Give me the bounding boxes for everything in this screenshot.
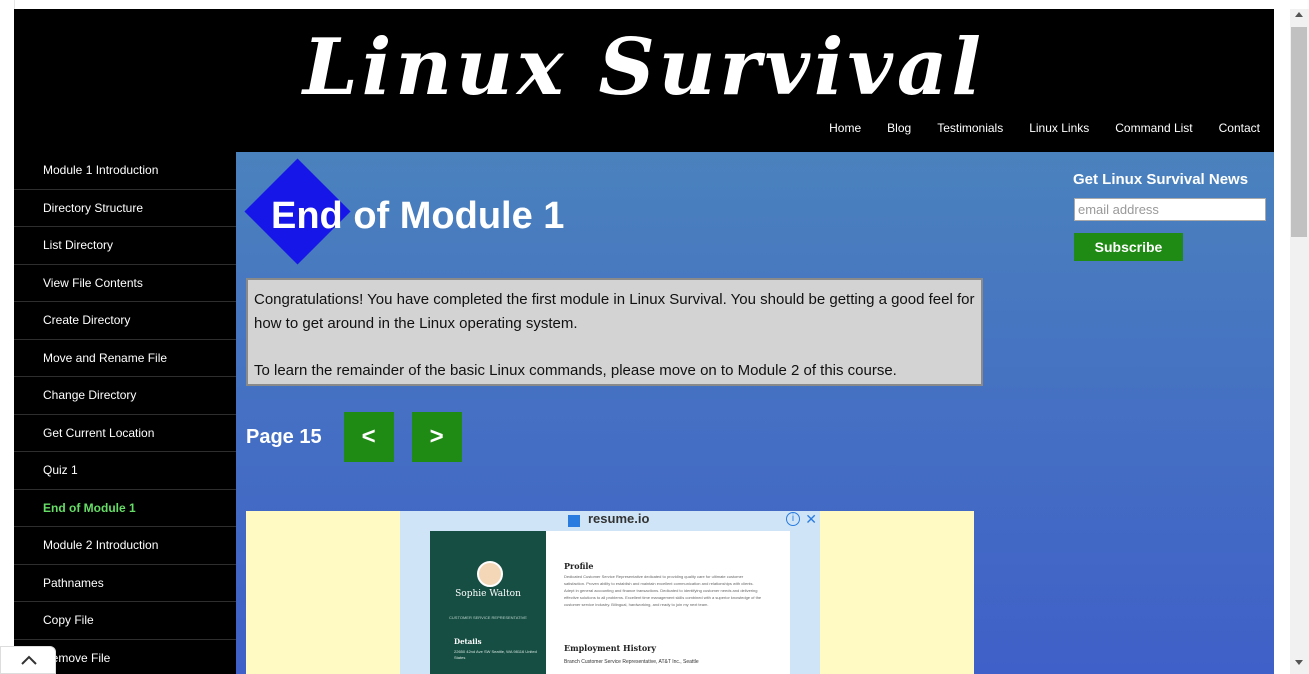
avatar bbox=[477, 561, 503, 587]
chevron-up-icon bbox=[21, 655, 37, 665]
nav-home[interactable]: Home bbox=[829, 121, 861, 135]
page-number: Page 15 bbox=[246, 425, 322, 448]
sidebar-item-end-of-module-1[interactable]: End of Module 1 bbox=[14, 490, 236, 527]
sidebar-item-module-1-introduction[interactable]: Module 1 Introduction bbox=[14, 152, 236, 190]
message-paragraph-2: To learn the remainder of the basic Linu… bbox=[254, 362, 897, 379]
sidebar-item-change-directory[interactable]: Change Directory bbox=[14, 377, 236, 415]
ad-close-icon[interactable]: ✕ bbox=[805, 511, 817, 528]
message-box: Congratulations! You have completed the … bbox=[246, 278, 983, 386]
resume-job: Branch Customer Service Representative, … bbox=[564, 659, 699, 665]
nav-command-list[interactable]: Command List bbox=[1115, 121, 1192, 135]
ad-info-icon[interactable]: i bbox=[786, 512, 800, 526]
ad-card[interactable]: resume.io i ✕ Sophie Walton CUSTOMER SER… bbox=[400, 511, 820, 674]
message-paragraph-1: Congratulations! You have completed the … bbox=[254, 291, 975, 332]
resume-details-heading: Details bbox=[454, 637, 482, 646]
resume-profile-heading: Profile bbox=[564, 561, 594, 571]
newsletter-title: Get Linux Survival News bbox=[1073, 171, 1249, 188]
advertisement[interactable]: resume.io i ✕ Sophie Walton CUSTOMER SER… bbox=[246, 511, 974, 674]
scroll-down-icon[interactable] bbox=[1295, 660, 1303, 665]
sidebar: Module 1 Introduction Directory Structur… bbox=[14, 152, 236, 674]
nav-contact[interactable]: Contact bbox=[1219, 121, 1260, 135]
nav-testimonials[interactable]: Testimonials bbox=[937, 121, 1003, 135]
resume-io-logo-icon bbox=[568, 515, 580, 527]
header: Linux Survival Home Blog Testimonials Li… bbox=[14, 9, 1274, 152]
sidebar-item-get-current-location[interactable]: Get Current Location bbox=[14, 415, 236, 452]
site: Linux Survival Home Blog Testimonials Li… bbox=[14, 9, 1274, 674]
main-content: End of Module 1 Congratulations! You hav… bbox=[236, 152, 1274, 674]
nav-blog[interactable]: Blog bbox=[887, 121, 911, 135]
resume-sidebar: Sophie Walton CUSTOMER SERVICE REPRESENT… bbox=[430, 531, 546, 674]
sidebar-item-create-directory[interactable]: Create Directory bbox=[14, 302, 236, 340]
top-strip bbox=[0, 0, 1309, 9]
page-title: End of Module 1 bbox=[271, 195, 565, 237]
site-logo[interactable]: Linux Survival bbox=[14, 23, 1274, 113]
sidebar-item-view-file-contents[interactable]: View File Contents bbox=[14, 265, 236, 302]
resume-role: CUSTOMER SERVICE REPRESENTATIVE bbox=[449, 615, 527, 620]
next-page-button[interactable]: > bbox=[411, 412, 462, 462]
back-to-top-button[interactable] bbox=[0, 646, 56, 674]
scroll-up-icon[interactable] bbox=[1295, 12, 1303, 17]
email-input[interactable] bbox=[1074, 198, 1266, 221]
left-gutter bbox=[0, 0, 15, 674]
sidebar-item-pathnames[interactable]: Pathnames bbox=[14, 565, 236, 602]
nav-linux-links[interactable]: Linux Links bbox=[1029, 121, 1089, 135]
sidebar-item-module-2-introduction[interactable]: Module 2 Introduction bbox=[14, 527, 236, 565]
sidebar-item-directory-structure[interactable]: Directory Structure bbox=[14, 190, 236, 227]
sidebar-item-copy-file[interactable]: Copy File bbox=[14, 602, 236, 640]
resume-preview: Sophie Walton CUSTOMER SERVICE REPRESENT… bbox=[430, 531, 790, 674]
sidebar-item-list-directory[interactable]: List Directory bbox=[14, 227, 236, 265]
subscribe-button[interactable]: Subscribe bbox=[1074, 233, 1183, 261]
ad-brand[interactable]: resume.io bbox=[588, 511, 649, 526]
sidebar-item-quiz-1[interactable]: Quiz 1 bbox=[14, 452, 236, 490]
resume-address: 22650 42nd Ave SW Seattle, WA 98116 Unit… bbox=[454, 649, 537, 660]
prev-page-button[interactable]: < bbox=[343, 412, 394, 462]
resume-history-heading: Employment History bbox=[564, 643, 657, 653]
scrollbar[interactable] bbox=[1290, 9, 1309, 674]
right-margin bbox=[1274, 9, 1290, 674]
resume-profile-text: Dedicated Customer Service Representativ… bbox=[564, 574, 762, 607]
resume-name: Sophie Walton bbox=[455, 589, 521, 599]
scrollbar-thumb[interactable] bbox=[1291, 27, 1307, 237]
sidebar-item-move-and-rename-file[interactable]: Move and Rename File bbox=[14, 340, 236, 377]
pager: Page 15 < > bbox=[246, 412, 480, 462]
top-nav: Home Blog Testimonials Linux Links Comma… bbox=[829, 121, 1260, 135]
